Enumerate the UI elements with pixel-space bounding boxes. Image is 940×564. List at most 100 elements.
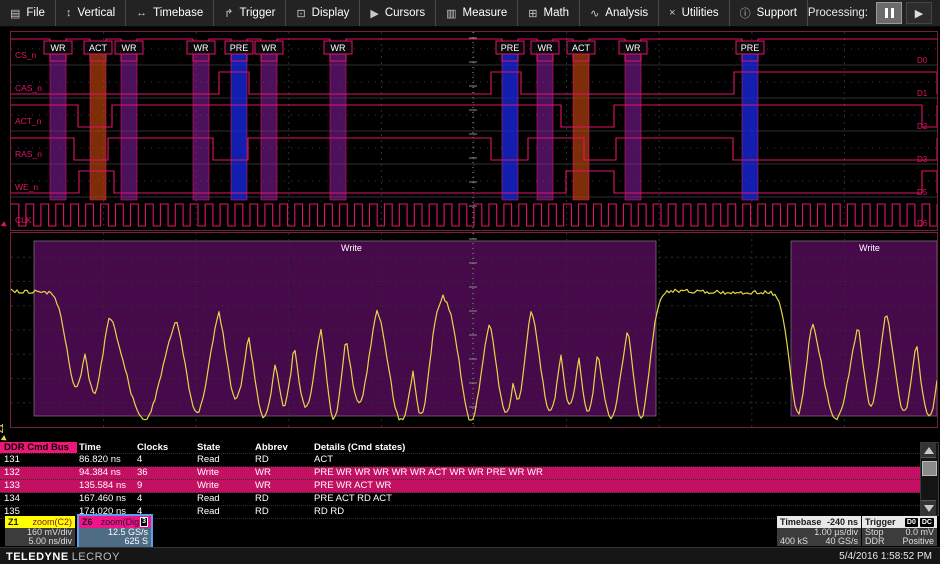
play-button[interactable]: ▶ [906,2,932,24]
cell-id: 132 [0,467,77,479]
vertical-icon: ↕ [66,7,72,19]
trigger-descriptor-box[interactable]: Trigger D0 DC Stop 0.0 mV DDR Positive [862,516,937,546]
timebase-descriptor-box[interactable]: Timebase-240 ns 1.00 µs/div 400 kS 40 GS… [777,516,861,546]
cell-time: 135.584 ns [77,480,135,492]
bus-line-label: D6 [917,219,928,228]
cmd-label: ACT [89,43,108,53]
brand-bold: TELEDYNE [6,551,69,563]
utilities-icon: × [669,7,675,19]
cell-state: Write [195,480,253,492]
cmd-label: ACT [572,43,591,53]
menu-trigger[interactable]: ↱Trigger [214,0,286,26]
scroll-up-button[interactable] [921,443,936,458]
table-row[interactable]: 134167.460 ns4ReadRDPRE ACT RD ACT [0,493,922,506]
processing-label: Processing: [808,7,868,19]
menu-vertical[interactable]: ↕ Vertical [56,0,126,26]
column-header: Clocks [135,442,195,453]
support-icon: ⓘ [740,5,751,21]
brand-logo: TELEDYNELECROY [6,551,120,563]
cmd-bar-wr [261,41,277,200]
trigger-type: DDR [865,537,885,546]
menu-label: Display [312,7,350,19]
scroll-thumb[interactable] [922,461,937,476]
cmd-bar-act [573,41,589,200]
menu-label: Support [757,7,797,19]
menu-timebase[interactable]: ↔Timebase [126,0,214,26]
cmd-bar-act [90,41,106,200]
cmd-label: WR [626,43,641,53]
menu-measure[interactable]: ▥ Measure [436,0,518,26]
menu-label: Math [544,7,570,19]
menu-label: Cursors [385,7,425,19]
menu-display[interactable]: ⊡ Display [286,0,360,26]
write-region [34,241,656,416]
menu-math[interactable]: ⊞ Math [518,0,580,26]
column-header: Time [77,442,135,453]
cmd-bar-wr [193,41,209,200]
write-region [791,241,937,416]
file-icon: ▤ [10,7,20,20]
cell-state: Read [195,454,253,466]
timebase-samplerate: 40 GS/s [825,537,858,546]
z6-descriptor-box[interactable]: Z6 zoom(Dig3 12.5 GS/s 625 S [77,514,153,549]
pause-icon [891,8,894,18]
cell-abbrev: WR [253,480,312,492]
arrow-down-icon [924,505,934,512]
menu-support[interactable]: ⓘ Support [730,0,808,26]
display-icon: ⊡ [296,7,305,20]
timebase-samples: 400 kS [780,537,808,546]
table-row[interactable]: 13294.384 ns36WriteWRPRE WR WR WR WR WR … [0,467,922,480]
table-row[interactable]: 13186.820 ns4ReadRDACT [0,454,922,467]
z1-trace-marker: Z1 [0,424,5,433]
cell-abbrev: WR [253,467,312,479]
table-scrollbar[interactable] [920,442,939,516]
menu-analysis[interactable]: ∿Analysis [580,0,659,26]
z1-descriptor-box[interactable]: Z1zoom(C2) 160 mV/div 5.00 ns/div [5,516,75,546]
channel-label: ACT_n [15,116,42,126]
cmd-bar-wr [121,41,137,200]
cell-clocks: 36 [135,467,195,479]
menu-label: Measure [463,7,508,19]
play-icon: ▶ [915,7,923,20]
bus-line-label: D5 [917,188,928,197]
menu-label: Timebase [153,7,203,19]
cmd-bar-wr [537,41,553,200]
column-header: State [195,442,253,453]
cmd-label: PRE [230,43,249,53]
menu-cursors[interactable]: ▶Cursors [360,0,436,26]
cmd-label: PRE [501,43,520,53]
menu-label: Utilities [682,7,719,19]
brand-light: LECROY [72,551,120,563]
analysis-icon: ∿ [590,7,599,20]
cmd-bar-wr [50,41,66,200]
ddr-decode-table: DDR Cmd BusTimeClocksStateAbbrevDetails … [0,442,922,514]
pause-button[interactable] [876,2,902,24]
analog-zoom-panel[interactable]: WriteWrite [10,232,938,428]
bus-line-label: D1 [917,89,928,98]
digital-decode-panel[interactable]: CS_nD0CAS_nD1ACT_nD2RAS_nD3WE_nD5CLKD6WR… [10,31,938,231]
channel-label: CLK [15,215,32,225]
digital-trace-marker-icon [1,221,9,229]
trigger-coupling-badge: DC [920,518,934,527]
menu-utilities[interactable]: × Utilities [659,0,730,26]
menu-file[interactable]: ▤File [0,0,56,26]
channel-label: CAS_n [15,83,42,93]
table-row[interactable]: 133135.584 ns9WriteWRPRE WR ACT WR [0,480,922,493]
trigger-source-badge: D0 [905,518,918,527]
cell-time: 167.460 ns [77,493,135,505]
z6-id: Z6 [82,516,93,528]
measure-icon: ▥ [446,7,456,20]
math-icon: ⊞ [528,7,537,20]
cell-abbrev: RD [253,454,312,466]
digital-waveforms: CS_nD0CAS_nD1ACT_nD2RAS_nD3WE_nD5CLKD6WR… [11,32,937,230]
cell-details: ACT [312,454,922,466]
scroll-down-button[interactable] [921,500,936,515]
cmd-label: WR [262,43,277,53]
z1-tdiv: 5.00 ns/div [8,537,72,546]
write-region-label: Write [859,243,880,253]
menu-bar: ▤File ↕ Vertical ↔Timebase↱Trigger ⊡ Display ▶… [0,0,940,27]
menu-label: Vertical [77,7,115,19]
menu-items: ▤File ↕ Vertical ↔Timebase↱Trigger ⊡ Display ▶… [0,0,808,26]
menu-right-controls: Processing: ▶ Gesture Undo ↶ [808,1,940,26]
trigger-slope: Positive [902,537,934,546]
